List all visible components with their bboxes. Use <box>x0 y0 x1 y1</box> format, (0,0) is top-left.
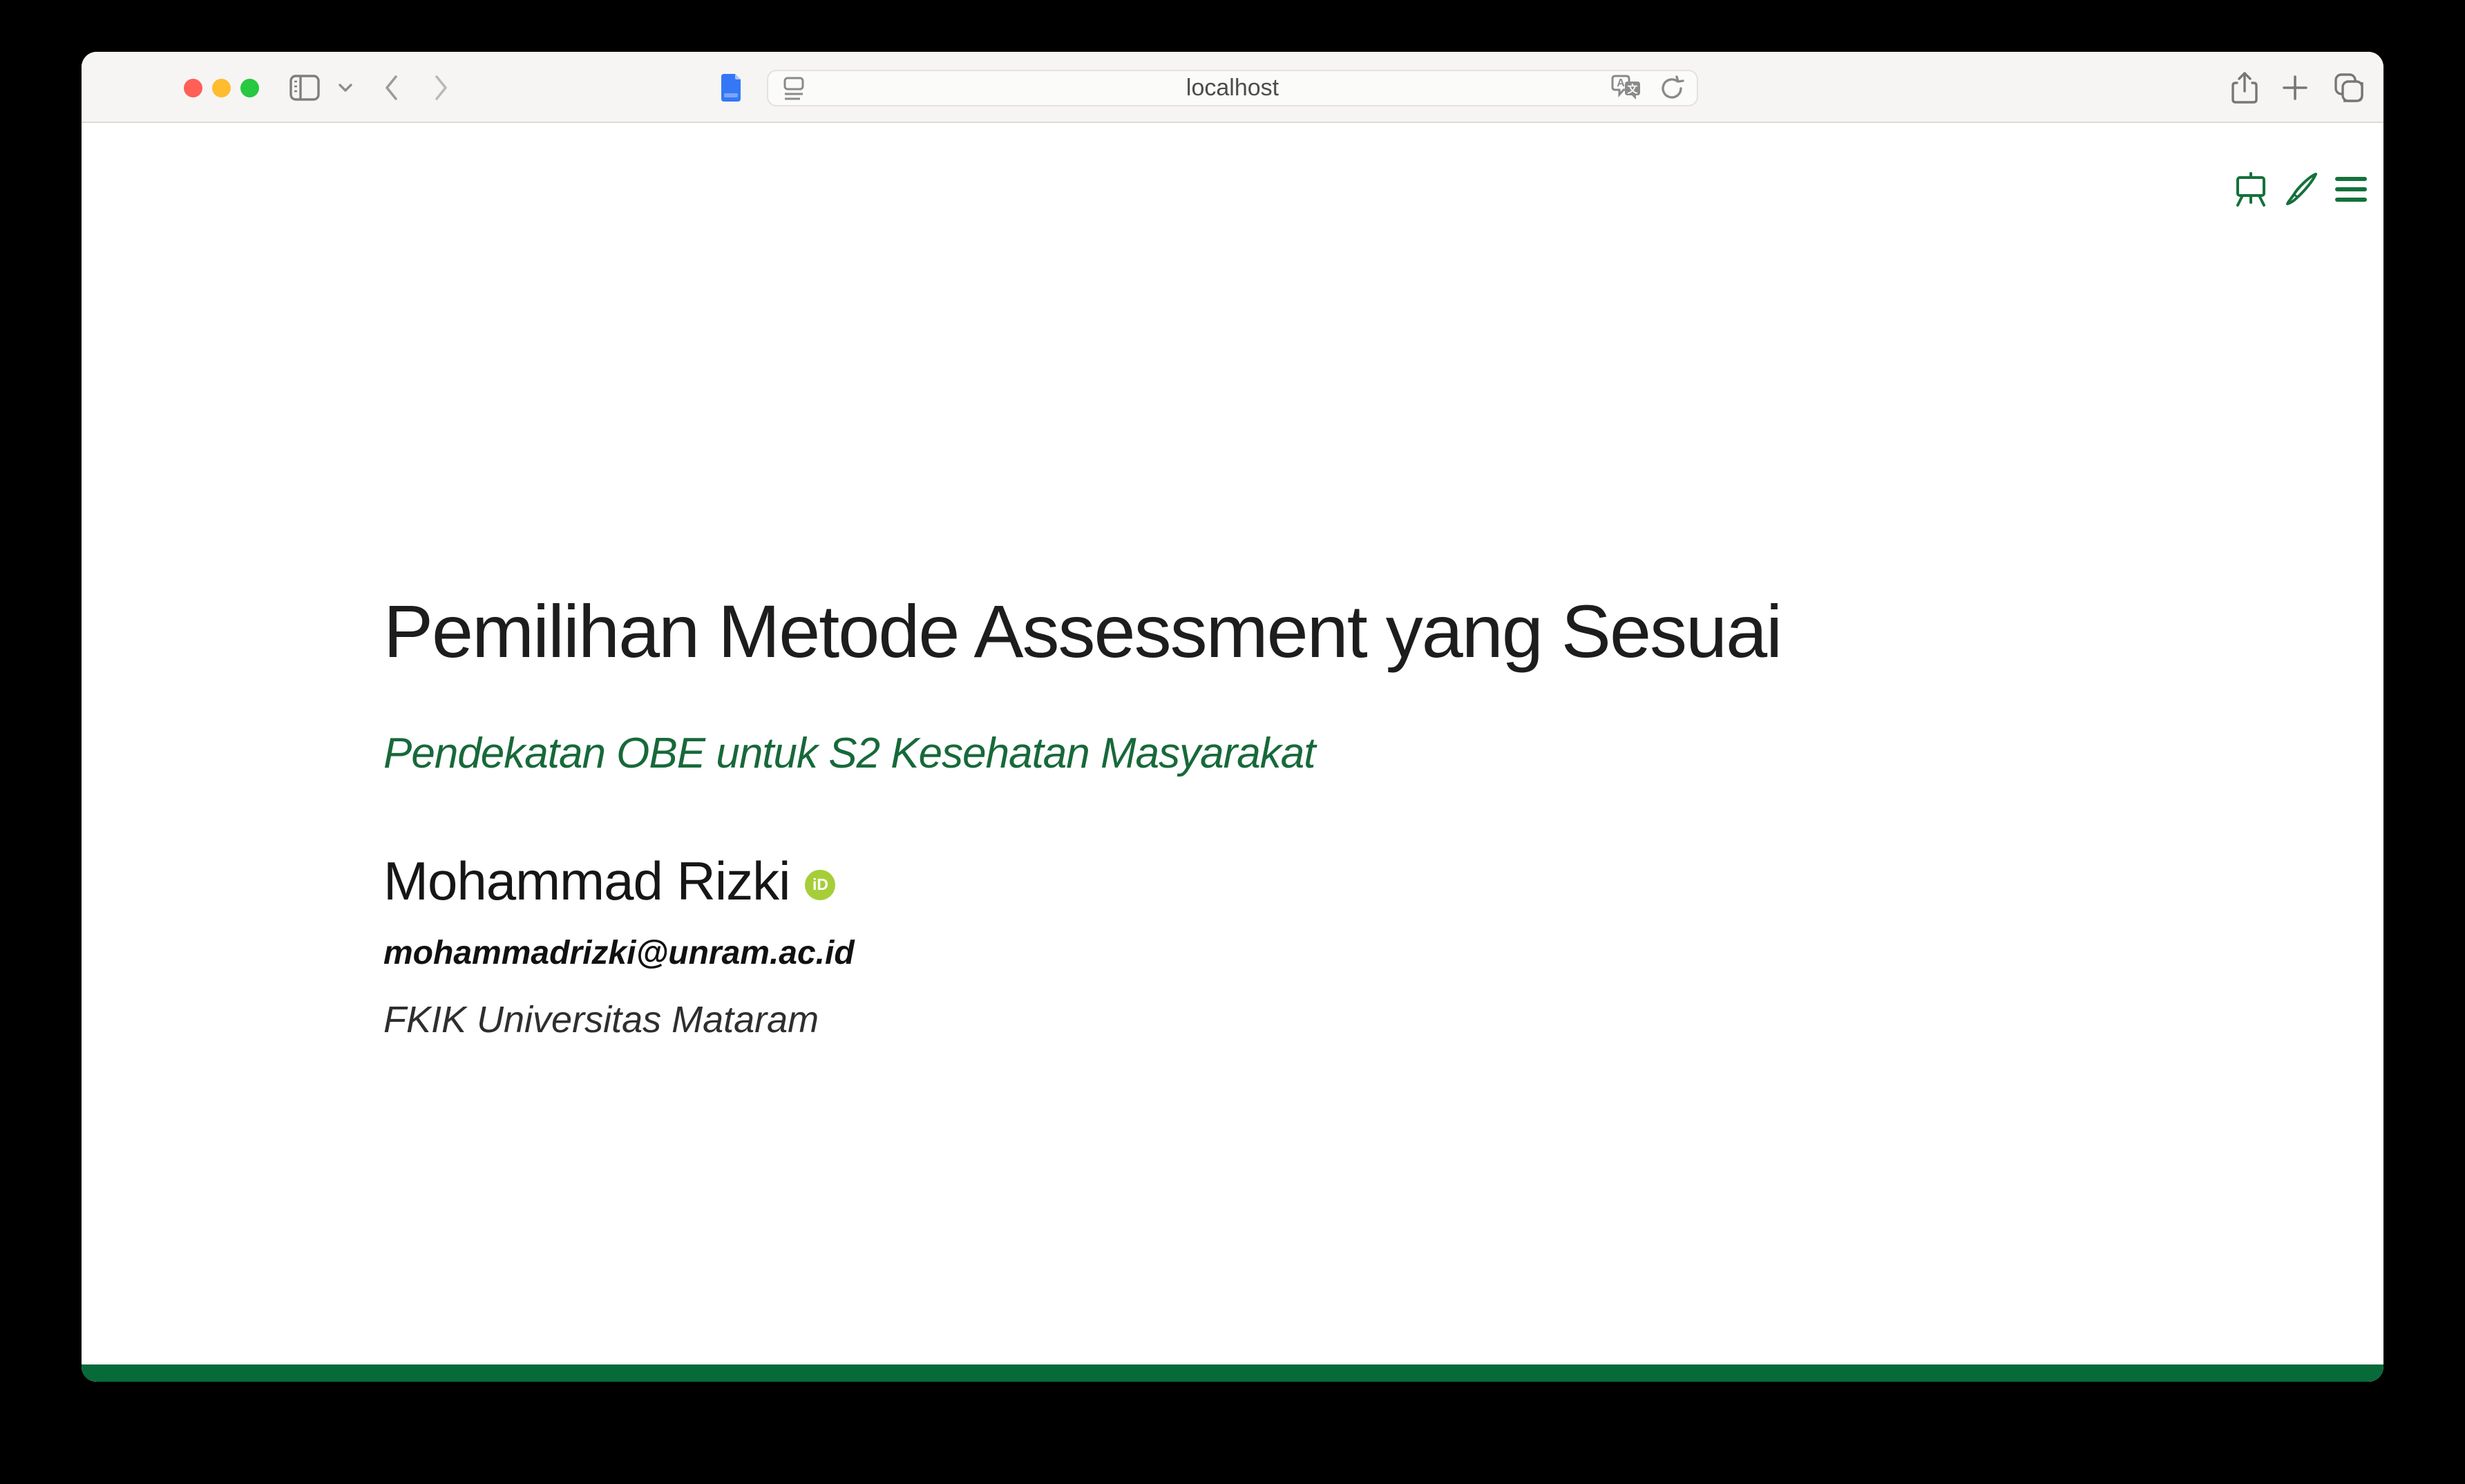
sidebar-toggle-icon[interactable] <box>289 75 320 101</box>
slide-area: Pemilihan Metode Assessment yang Sesuai … <box>82 124 2383 1382</box>
back-icon[interactable] <box>383 74 399 102</box>
slide-subtitle: Pendekatan OBE untuk S2 Kesehatan Masyar… <box>383 729 1315 778</box>
page-favicon-icon[interactable] <box>718 73 743 103</box>
translate-icon[interactable]: A 文 <box>1610 75 1643 102</box>
author-name: Mohammad Rizki <box>383 850 790 913</box>
orcid-icon[interactable]: iD <box>805 870 835 900</box>
presentation-controls <box>2233 171 2367 207</box>
author-institute: FKIK Universitas Mataram <box>383 998 819 1041</box>
minimize-button[interactable] <box>212 79 231 97</box>
new-tab-icon[interactable] <box>2281 74 2309 102</box>
zoom-button[interactable] <box>240 79 259 97</box>
browser-toolbar: localhost A 文 <box>82 52 2383 123</box>
chevron-down-icon[interactable] <box>338 83 353 93</box>
svg-text:A: A <box>1617 77 1625 89</box>
forward-icon[interactable] <box>433 74 450 102</box>
reload-icon[interactable] <box>1658 75 1686 102</box>
close-button[interactable] <box>184 79 202 97</box>
paintbrush-icon[interactable] <box>2284 171 2320 207</box>
author-email: mohammadrizki@unram.ac.id <box>383 934 855 972</box>
svg-text:文: 文 <box>1627 83 1638 95</box>
slide-accent-bar <box>82 1364 2383 1382</box>
browser-window: localhost A 文 <box>82 52 2383 1382</box>
menu-icon[interactable] <box>2335 175 2367 204</box>
chalkboard-icon[interactable] <box>2233 172 2269 207</box>
slide-title: Pemilihan Metode Assessment yang Sesuai <box>383 589 1781 674</box>
url-text[interactable]: localhost <box>768 75 1697 102</box>
tab-overview-icon[interactable] <box>2334 73 2364 103</box>
share-icon[interactable] <box>2231 72 2258 104</box>
address-bar[interactable]: localhost A 文 <box>767 70 1698 106</box>
